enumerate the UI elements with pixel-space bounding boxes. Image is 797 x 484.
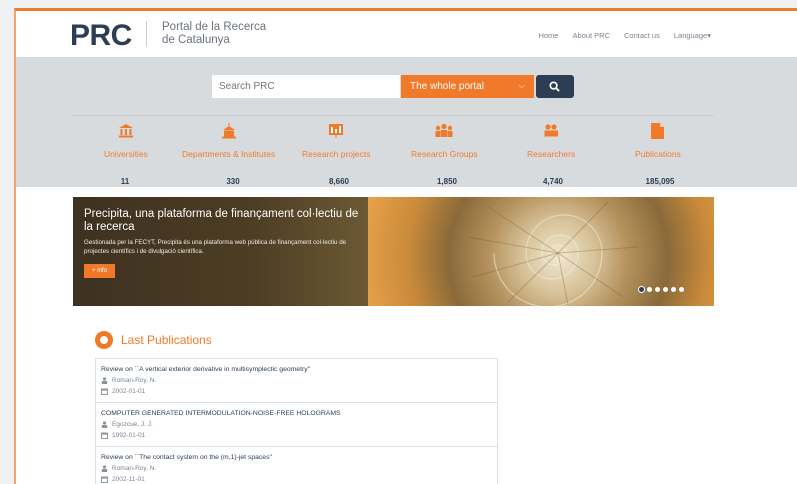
count-universities: 11 [120,177,130,186]
top-bar: PRC Portal de la Recerca de Catalunya Ho… [16,11,797,57]
count-research-projects: 8,660 [328,177,350,186]
more-info-button[interactable]: + info [84,264,115,278]
category-researchers[interactable]: Researchers [527,123,575,159]
count-research-groups: 1,850 [436,177,458,186]
user-icon [101,421,108,428]
publication-author: Roman-Roy, N. [101,465,492,472]
publication-date: 1992-01-01 [101,432,492,439]
chevron-down-icon: ⌵ [518,81,525,90]
publications-icon [651,123,665,139]
carousel-dots [639,287,684,292]
count-researchers: 4,740 [542,177,564,186]
publication-title-link[interactable]: Review on ``The contact system on the (m… [101,454,492,461]
nav-language-dropdown[interactable]: Language▾ [674,31,711,40]
search-input[interactable] [212,75,400,98]
category-publications[interactable]: Publications [635,123,681,159]
publication-date: 2002-11-01 [101,476,492,483]
researchers-icon [544,124,559,137]
date-value: 2002-01-01 [112,388,146,395]
categories-divider [73,115,714,116]
banner-description: Gestionada per la FECYT, Precipita és un… [84,239,347,255]
list-item: Review on ``A vertical exterior derivati… [96,359,497,403]
carousel-dot-3[interactable] [655,287,660,292]
featured-banner: Precipita, una plataforma de finançament… [73,197,714,306]
list-item: Review on ``The contact system on the (m… [96,447,497,484]
top-navigation: Home About PRC Contact us Language▾ [538,31,711,40]
browser-frame: PRC Portal de la Recerca de Catalunya Ho… [14,8,797,484]
list-item: COMPUTER GENERATED INTERMODULATION-NOISE… [96,403,497,447]
publications-list: Review on ``A vertical exterior derivati… [95,358,498,484]
search-scope-select[interactable]: The whole portal ⌵ [401,75,534,98]
category-departments[interactable]: Departments & Institutes [182,123,275,159]
search-button[interactable] [536,75,574,98]
count-publications: 185,095 [645,177,675,186]
nav-contact-link[interactable]: Contact us [624,31,660,40]
category-label: Departments & Institutes [182,149,276,159]
last-publications-title: Last Publications [121,333,212,347]
publication-title-link[interactable]: COMPUTER GENERATED INTERMODULATION-NOISE… [101,410,492,417]
user-icon [101,465,108,472]
publications-circle-icon [95,331,113,349]
nav-about-link[interactable]: About PRC [572,31,610,40]
category-label: Researchers [527,149,576,159]
carousel-dot-5[interactable] [671,287,676,292]
carousel-dot-4[interactable] [663,287,668,292]
author-name[interactable]: Egozcue, J. J. [112,421,153,428]
carousel-dot-6[interactable] [679,287,684,292]
search-scope-value: The whole portal [410,81,484,92]
date-value: 1992-01-01 [112,432,146,439]
category-universities[interactable]: Universities [104,123,148,159]
category-counts: 11 330 8,660 1,850 4,740 185,095 [73,177,714,195]
category-research-groups[interactable]: Research Groups [411,123,478,159]
date-value: 2002-11-01 [112,476,145,483]
projects-icon [329,124,344,138]
search-hero: The whole portal ⌵ Universities Departme… [16,57,797,187]
carousel-dot-1[interactable] [639,287,644,292]
nav-home-link[interactable]: Home [538,31,558,40]
institution-icon [221,123,236,139]
publication-author: Egozcue, J. J. [101,421,492,428]
subtitle-line-1: Portal de la Recerca [162,21,267,33]
publication-title-link[interactable]: Review on ``A vertical exterior derivati… [101,366,492,373]
subtitle-line-2: de Catalunya [162,34,230,46]
publication-date: 2002-01-01 [101,388,492,395]
count-departments: 330 [226,177,240,186]
category-label: Universities [104,149,148,159]
portal-subtitle: Portal de la Recerca de Catalunya [162,21,266,47]
groups-icon [435,123,453,137]
calendar-icon [101,432,108,439]
publication-author: Roman-Roy, N. [101,377,492,384]
category-label: Research Groups [411,149,478,159]
author-name[interactable]: Roman-Roy, N. [112,377,156,384]
carousel-dot-2[interactable] [647,287,652,292]
calendar-icon [101,388,108,395]
last-publications-header: Last Publications [95,331,212,349]
category-label: Publications [635,149,681,159]
prc-logo[interactable]: PRC [70,19,132,53]
author-name[interactable]: Roman-Roy, N. [112,465,156,472]
university-icon [118,124,133,138]
user-icon [101,377,108,384]
category-label: Research projects [302,149,371,159]
search-icon [549,81,560,92]
banner-title: Precipita, una plataforma de finançament… [84,208,359,233]
calendar-icon [101,476,108,483]
logo-separator [146,21,147,47]
category-research-projects[interactable]: Research projects [302,123,371,159]
